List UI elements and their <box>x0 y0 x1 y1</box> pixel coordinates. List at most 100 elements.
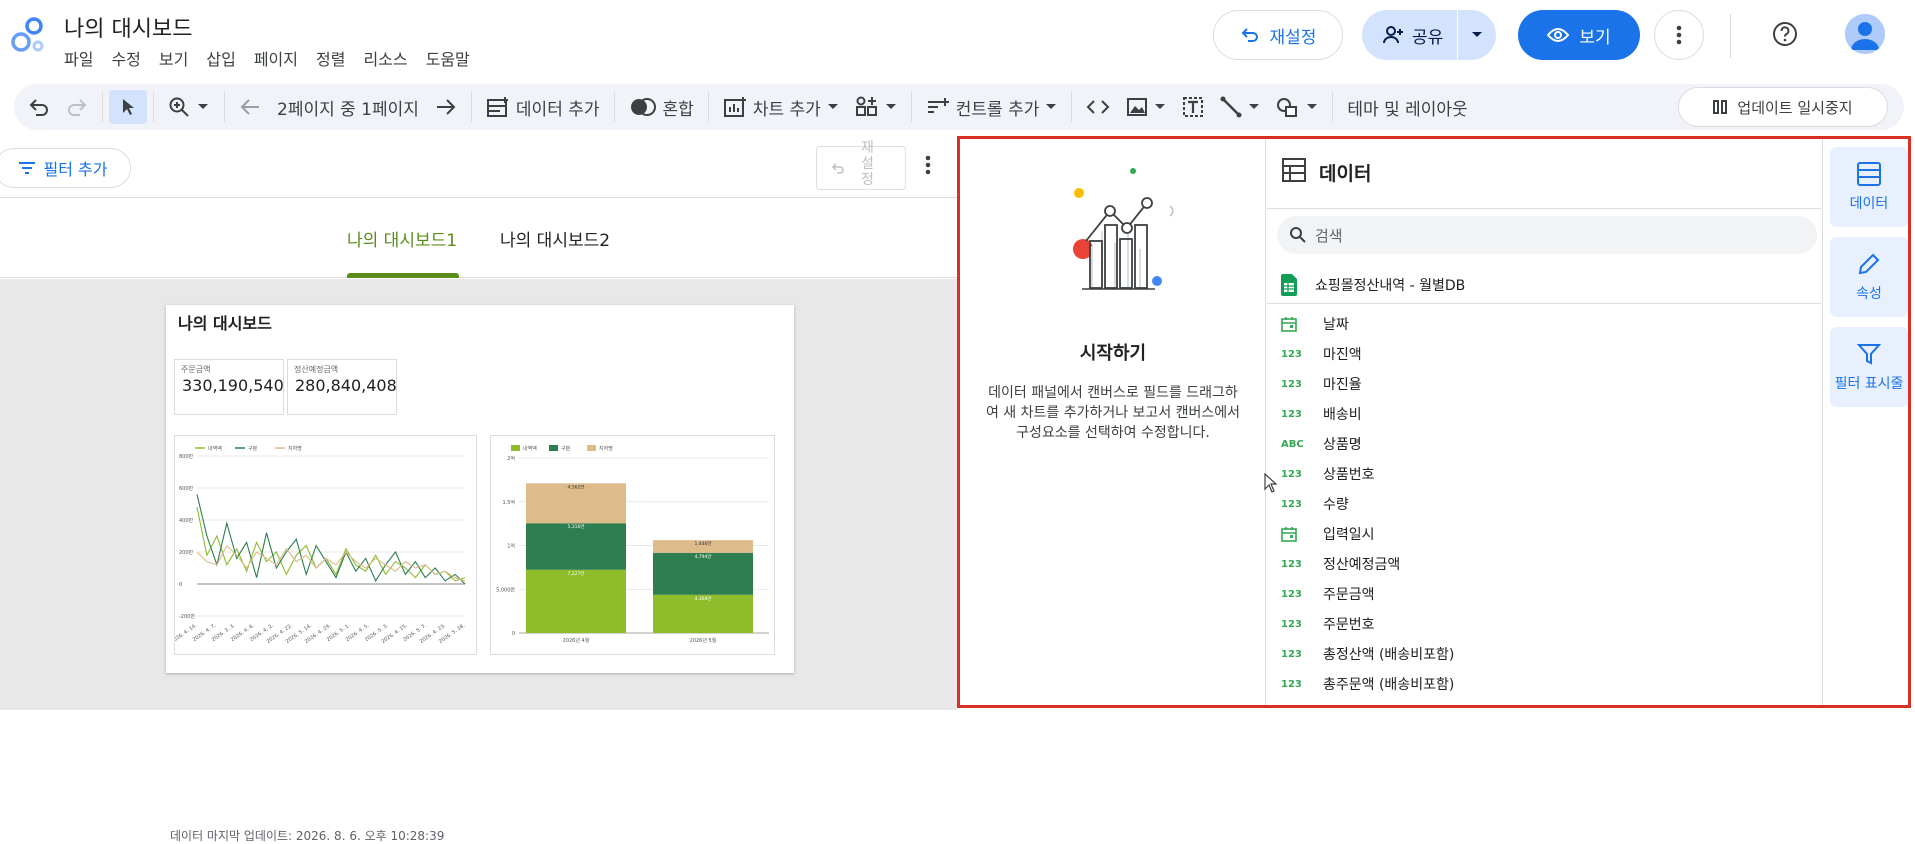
field-name: 총정산액 (배송비포함) <box>1323 647 1455 663</box>
field-name: 상품번호 <box>1323 467 1375 483</box>
zoom-button[interactable] <box>160 84 218 130</box>
field-item[interactable]: 123 배송비 <box>1267 399 1821 429</box>
help-button[interactable] <box>1767 16 1803 52</box>
field-item[interactable]: 123 수량 <box>1267 489 1821 519</box>
user-avatar[interactable] <box>1845 14 1885 54</box>
redo-button[interactable] <box>58 84 96 130</box>
number-type-icon: 123 <box>1281 588 1302 600</box>
menu-view[interactable]: 보기 <box>159 46 188 70</box>
menu-resource[interactable]: 리소스 <box>363 46 407 70</box>
y-tick-label: 1억 <box>507 543 515 550</box>
view-button[interactable]: 보기 <box>1518 10 1640 60</box>
field-item[interactable]: 123 상품번호 <box>1267 459 1821 489</box>
add-control-button[interactable]: 컨트롤 추가 <box>918 84 1066 130</box>
caret-down-icon <box>1045 103 1057 111</box>
insert-line-button[interactable] <box>1212 84 1268 130</box>
field-item[interactable]: 123 마진율 <box>1267 369 1821 399</box>
field-item[interactable]: 123 주문번호 <box>1267 609 1821 639</box>
share-button-group: 공유 <box>1362 10 1496 60</box>
data-source-name: 쇼핑몰정산내역 - 월별DB <box>1315 277 1466 294</box>
field-name: 주문번호 <box>1323 617 1375 633</box>
field-item[interactable]: 123 총주문액 (배송비포함) <box>1267 669 1821 699</box>
field-name: 날짜 <box>1323 317 1349 333</box>
field-item[interactable]: 123 총정산액 (배송비포함) <box>1267 639 1821 669</box>
image-icon <box>1126 97 1148 117</box>
data-table-icon <box>1281 157 1307 183</box>
next-page-button[interactable] <box>427 84 465 130</box>
y-tick-label: -200만 <box>179 613 195 620</box>
add-component-button[interactable] <box>847 84 905 130</box>
menu-help[interactable]: 도움말 <box>426 46 470 70</box>
menu-edit[interactable]: 수정 <box>111 46 140 70</box>
add-chart-button[interactable]: 차트 추가 <box>715 84 847 130</box>
field-item[interactable]: 입력일시 <box>1267 519 1821 549</box>
field-item[interactable]: 123 마진액 <box>1267 339 1821 369</box>
looker-studio-logo-icon[interactable] <box>10 16 50 56</box>
report-more-button[interactable] <box>925 154 931 176</box>
eye-icon <box>1547 27 1570 43</box>
menu-page[interactable]: 페이지 <box>254 46 298 70</box>
scorecard-value: 280,840,408 <box>295 376 397 395</box>
stacked-bar-chart[interactable]: 내역액 구분 지하명 2억 1.5억 1억 5,000만 0 7,227만 5,316만 4,562… <box>490 435 775 655</box>
insert-text-button[interactable] <box>1174 84 1212 130</box>
data-source-item[interactable]: 쇼핑몰정산내역 - 월별DB <box>1267 266 1821 304</box>
menu-file[interactable]: 파일 <box>64 46 93 70</box>
caret-down-icon <box>1154 103 1166 111</box>
calendar-icon <box>1281 316 1299 332</box>
y-tick-label: 0 <box>512 631 515 637</box>
pause-icon <box>1713 100 1728 114</box>
scorecard-settlement-amount[interactable]: 정산예정금액 280,840,408 <box>287 359 397 415</box>
field-item[interactable]: 123 정산예정금액 <box>1267 549 1821 579</box>
previous-page-button[interactable] <box>231 84 269 130</box>
page-tab-2[interactable]: 나의 대시보드2 <box>500 226 610 251</box>
rail-properties-button[interactable]: 속성 <box>1830 237 1908 317</box>
insert-image-button[interactable] <box>1118 84 1174 130</box>
field-item[interactable]: 날짜 <box>1267 309 1821 339</box>
report-title[interactable]: 나의 대시보드 <box>64 11 192 43</box>
pause-updates-button[interactable]: 업데이트 일시중지 <box>1678 87 1888 127</box>
page-tab-label: 나의 대시보드1 <box>347 231 458 251</box>
getting-started-title: 시작하기 <box>1079 343 1147 364</box>
report-page[interactable]: 나의 대시보드 주문금액 330,190,540 정산예정금액 280,840,… <box>166 305 794 673</box>
page-tab-1[interactable]: 나의 대시보드1 <box>347 226 459 278</box>
menu-arrange[interactable]: 정렬 <box>316 46 345 70</box>
more-options-button[interactable] <box>1654 10 1704 60</box>
add-data-button[interactable]: 데이터 추가 <box>478 84 608 130</box>
line-chart[interactable]: 내역액 구분 지하명 800만 600만 400만 200만 0 -200만 2026. 4. 1… <box>174 435 477 655</box>
add-filter-button[interactable]: 필터 추가 <box>0 148 131 188</box>
y-tick-label: 1.5억 <box>502 499 515 506</box>
field-name: 마진액 <box>1323 347 1362 363</box>
report-reset-button[interactable]: 재 설 정 <box>816 140 906 190</box>
top-bar: 나의 대시보드 파일 수정 보기 삽입 페이지 정렬 리소스 도움말 재설정 공… <box>0 0 1915 80</box>
data-panel-title: 데이터 <box>1319 163 1372 185</box>
bar-data-label: 5,316만 <box>567 523 584 530</box>
theme-layout-button[interactable]: 테마 및 레이아웃 <box>1339 84 1475 130</box>
menu-insert[interactable]: 삽입 <box>206 46 235 70</box>
insert-shape-button[interactable] <box>1268 84 1326 130</box>
report-heading[interactable]: 나의 대시보드 <box>178 310 272 334</box>
rail-filter-bar-button[interactable]: 필터 표시줄 <box>1830 327 1908 407</box>
report-canvas[interactable]: 나의 대시보드 주문금액 330,190,540 정산예정금액 280,840,… <box>0 279 957 843</box>
field-name: 배송비 <box>1323 407 1362 423</box>
menu-bar: 파일 수정 보기 삽입 페이지 정렬 리소스 도움말 <box>64 46 470 70</box>
rail-data-button[interactable]: 데이터 <box>1830 147 1908 227</box>
bar-data-label: 7,227만 <box>567 570 584 577</box>
field-search-input[interactable]: 검색 <box>1277 216 1817 254</box>
caret-down-icon <box>827 103 839 111</box>
blend-button[interactable]: 혼합 <box>621 84 702 130</box>
share-dropdown-button[interactable] <box>1458 10 1496 60</box>
arrow-left-icon <box>239 98 261 116</box>
number-type-icon: 123 <box>1281 678 1302 690</box>
field-item[interactable]: ABC 상품명 <box>1267 429 1821 459</box>
select-tool-button[interactable] <box>109 90 147 124</box>
scorecard-order-amount[interactable]: 주문금액 330,190,540 <box>174 359 284 415</box>
data-table-icon <box>1855 161 1883 187</box>
undo-button[interactable] <box>14 84 58 130</box>
embed-url-button[interactable] <box>1078 84 1118 130</box>
toolbar-divider <box>102 92 103 122</box>
field-item[interactable]: 123 주문금액 <box>1267 579 1821 609</box>
reset-button[interactable]: 재설정 <box>1213 10 1343 60</box>
scorecard-label: 정산예정금액 <box>294 365 339 374</box>
toolbar-divider <box>910 92 912 122</box>
share-button[interactable]: 공유 <box>1362 10 1458 60</box>
